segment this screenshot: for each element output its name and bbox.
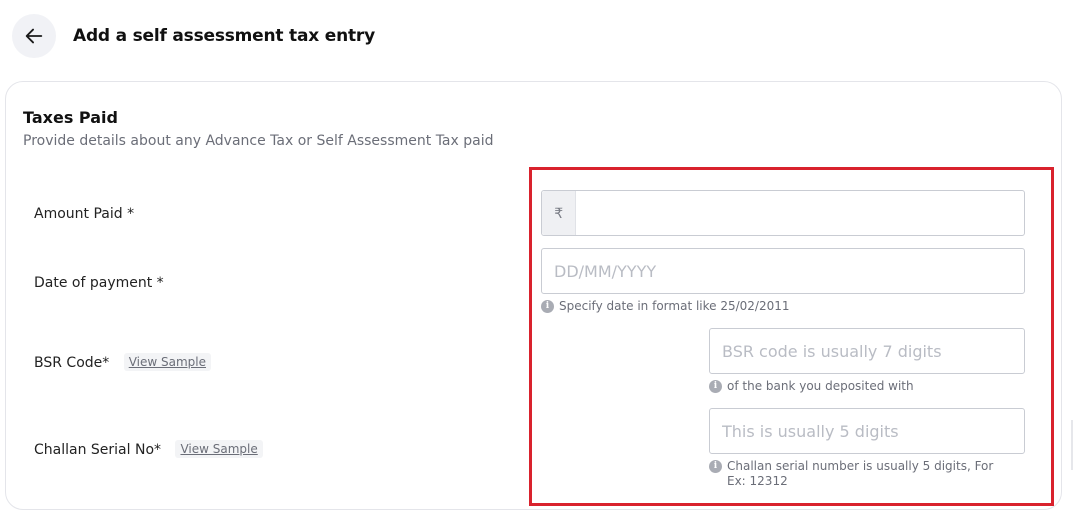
challan-serial-field[interactable]	[709, 408, 1025, 454]
rupee-icon: ₹	[542, 191, 577, 235]
amount-paid-label-text: Amount Paid *	[34, 206, 135, 222]
bsr-hint: i of the bank you deposited with	[709, 379, 1019, 394]
date-of-payment-label: Date of payment *	[34, 275, 164, 291]
challan-view-sample-link[interactable]: View Sample	[175, 440, 263, 458]
amount-paid-field[interactable]: ₹	[541, 190, 1025, 236]
challan-serial-input[interactable]	[710, 409, 1024, 453]
info-icon: i	[541, 300, 554, 313]
bsr-hint-text: of the bank you deposited with	[727, 379, 914, 393]
back-button[interactable]	[12, 14, 56, 58]
amount-paid-input[interactable]	[576, 191, 1024, 235]
page-title: Add a self assessment tax entry	[73, 26, 375, 46]
date-of-payment-label-text: Date of payment *	[34, 275, 164, 291]
challan-serial-label: Challan Serial No* View Sample	[34, 440, 263, 458]
arrow-left-icon	[25, 28, 43, 44]
bsr-code-field[interactable]	[709, 328, 1025, 374]
info-icon: i	[709, 380, 722, 393]
date-hint: i Specify date in format like 25/02/2011	[541, 299, 1021, 314]
date-of-payment-input[interactable]	[542, 249, 1024, 293]
section-title: Taxes Paid	[23, 108, 118, 127]
info-icon: i	[709, 460, 722, 473]
challan-hint-text: Challan serial number is usually 5 digit…	[727, 459, 994, 488]
page-header: Add a self assessment tax entry	[0, 0, 1074, 72]
bsr-view-sample-link[interactable]: View Sample	[123, 353, 212, 371]
bsr-code-label-text: BSR Code*	[34, 355, 110, 371]
scrollbar-edge	[1071, 420, 1073, 470]
section-subtitle: Provide details about any Advance Tax or…	[23, 133, 494, 149]
date-of-payment-field[interactable]	[541, 248, 1025, 294]
amount-paid-label: Amount Paid *	[34, 206, 134, 222]
date-hint-text: Specify date in format like 25/02/2011	[559, 299, 790, 313]
bsr-code-input[interactable]	[710, 329, 1024, 373]
challan-hint: i Challan serial number is usually 5 dig…	[709, 459, 1009, 489]
challan-serial-label-text: Challan Serial No*	[34, 442, 162, 458]
bsr-code-label: BSR Code* View Sample	[34, 353, 212, 371]
